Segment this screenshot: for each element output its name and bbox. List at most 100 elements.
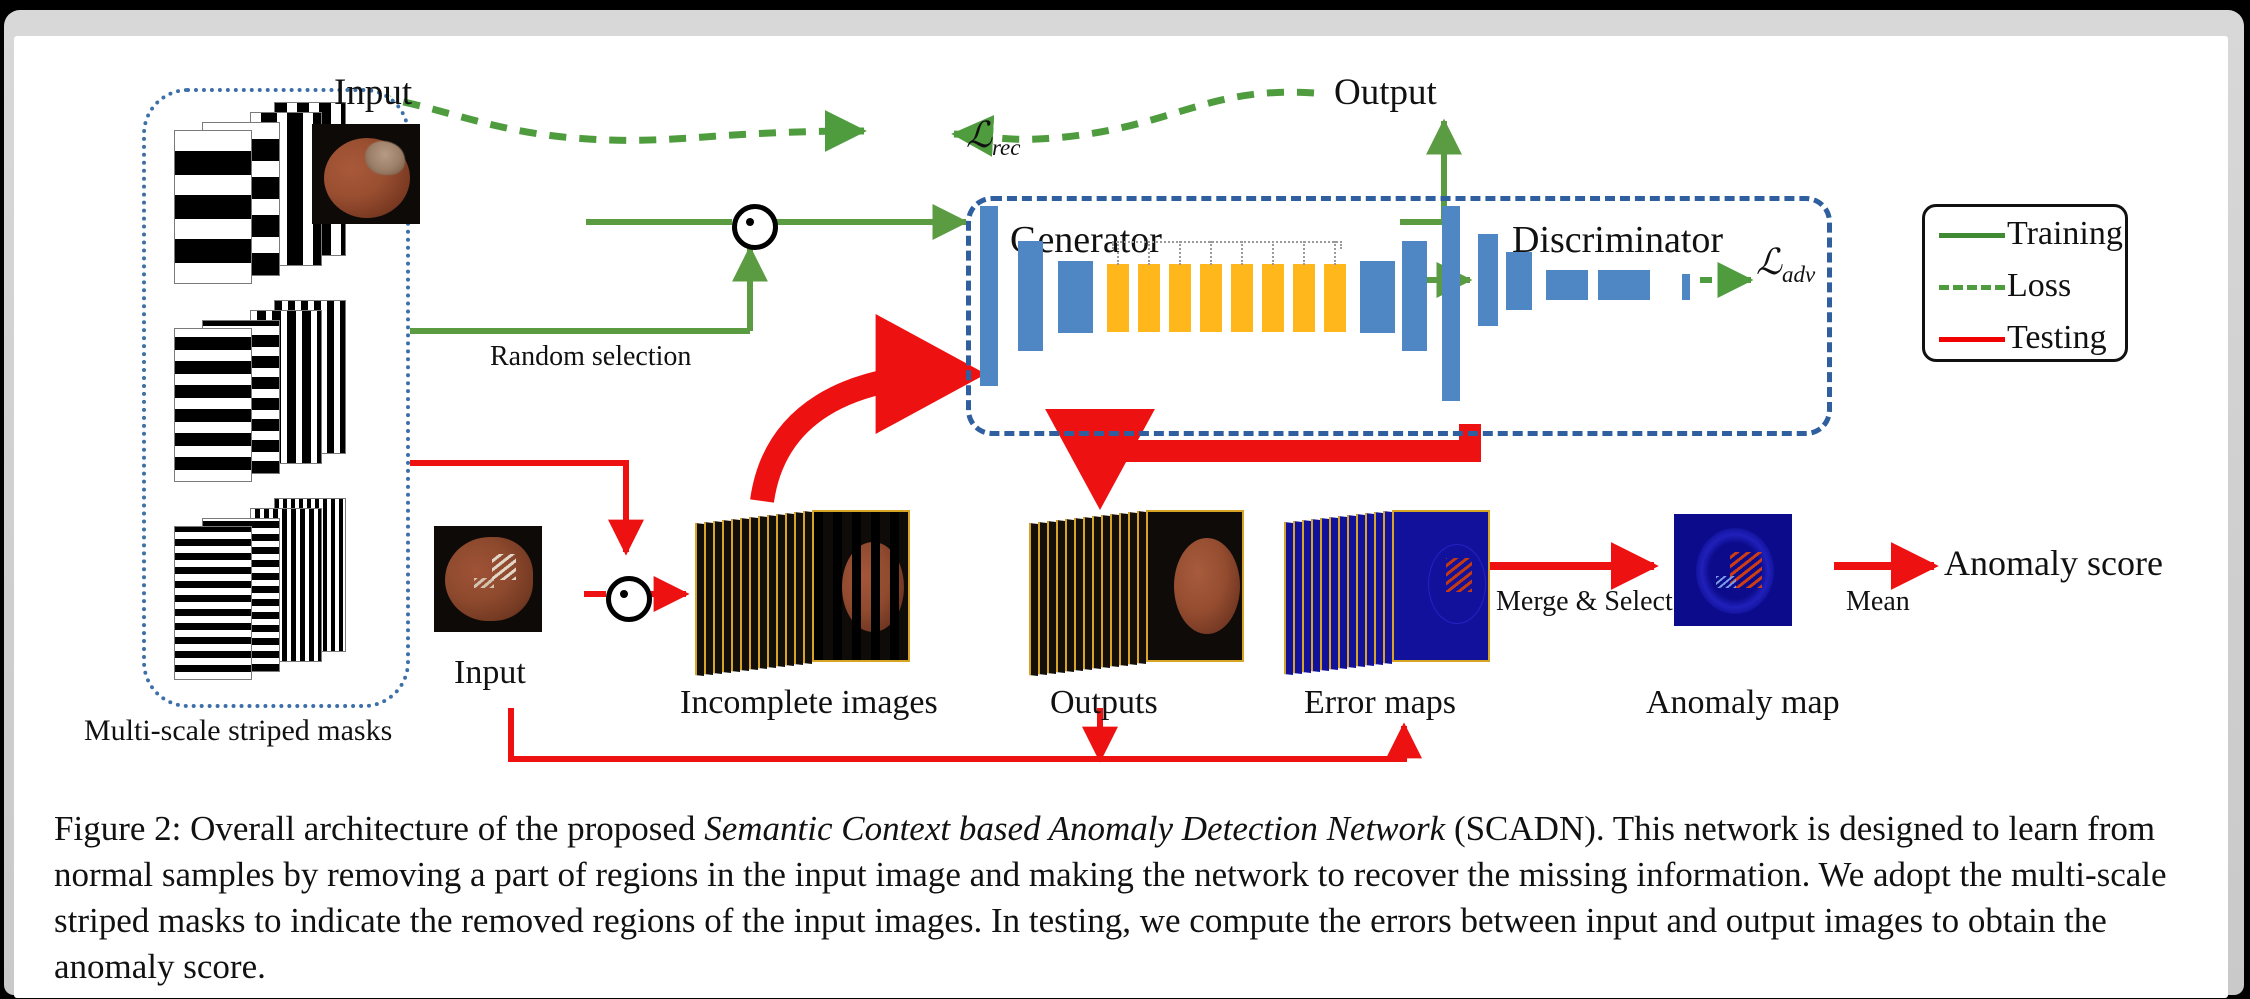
anomaly-score-label: Anomaly score	[1944, 543, 2163, 583]
figure-canvas: Multi-scale striped masks Input Random s…	[14, 36, 2228, 998]
stack-slice	[785, 513, 794, 666]
outputs-stack	[1026, 498, 1266, 678]
generator-residual-block	[1262, 264, 1284, 332]
mask-sheet	[174, 328, 252, 482]
random-selection-label: Random selection	[490, 341, 692, 372]
stack-slice	[1383, 511, 1392, 664]
outputs-label: Outputs	[1050, 684, 1158, 721]
stack-slice	[1293, 521, 1302, 674]
skip-connection-stem	[1210, 241, 1212, 265]
hadamard-dot	[620, 590, 628, 598]
stack-slice	[776, 514, 785, 667]
stack-slice	[1329, 517, 1338, 670]
incomplete-images-label: Incomplete images	[680, 684, 938, 721]
hadamard-operator-test	[606, 576, 652, 622]
page-root: Multi-scale striped masks Input Random s…	[0, 0, 2250, 999]
stack-slice	[1311, 519, 1320, 672]
merge-select-label: Merge & Select	[1496, 586, 1673, 617]
legend-swatch-training	[1939, 233, 2005, 238]
generator-output-block	[1442, 206, 1460, 401]
stack-slice	[1047, 521, 1056, 674]
discriminator-block	[1682, 274, 1690, 300]
stack-slice	[1302, 520, 1311, 673]
stack-slice	[1356, 514, 1365, 667]
stack-slice	[1284, 522, 1293, 675]
input-top-label: Input	[334, 72, 413, 113]
legend-swatch-loss	[1939, 285, 2005, 290]
generator-residual-block	[1200, 264, 1222, 332]
stack-slice	[713, 521, 722, 674]
stack-slice	[1038, 522, 1047, 675]
mask-group-fine	[174, 498, 394, 680]
stack-face	[1392, 510, 1490, 662]
window-shell: Multi-scale striped masks Input Random s…	[4, 10, 2244, 998]
mask-group-medium	[174, 300, 394, 482]
hazelnut-shape	[1174, 538, 1240, 634]
stack-slice	[1083, 517, 1092, 670]
generator-residual-block	[1293, 264, 1315, 332]
legend-label-training: Training	[2007, 215, 2123, 252]
error-ring	[1428, 544, 1486, 624]
figure-paper: Multi-scale striped masks Input Random s…	[14, 36, 2228, 998]
legend-box: Training Loss Testing	[1922, 204, 2128, 362]
generator-residual-block	[1324, 264, 1346, 332]
discriminator-label: Discriminator	[1512, 219, 1724, 261]
stack-slice	[1056, 520, 1065, 673]
generator-residual-block	[1231, 264, 1253, 332]
input-bottom-label: Input	[454, 654, 526, 691]
generator-block	[1402, 241, 1427, 351]
output-top-label: Output	[1334, 72, 1437, 113]
stripe-mask	[814, 512, 908, 660]
stack-slice	[1119, 513, 1128, 666]
stack-slice	[749, 517, 758, 670]
stack-slice	[1374, 512, 1383, 665]
skip-connection-stem	[1179, 241, 1181, 265]
skip-connection-stem	[1241, 241, 1243, 265]
generator-residual-block	[1169, 264, 1191, 332]
mask-sheet	[174, 130, 252, 284]
skip-connection-bracket	[1112, 241, 1342, 249]
loss-rec-symbol: ℒ	[966, 115, 992, 155]
hazelnut-cap	[365, 141, 405, 175]
stack-face	[812, 510, 910, 662]
stack-slice	[767, 515, 776, 668]
anomaly-map-image	[1674, 514, 1792, 626]
stack-slice	[794, 512, 803, 665]
stack-slice	[731, 519, 740, 672]
caption-italic: Semantic Context based Anomaly Detection…	[704, 809, 1446, 848]
hadamard-operator-train	[732, 204, 778, 250]
stack-slice	[1065, 519, 1074, 672]
skip-connection-stem	[1148, 241, 1150, 265]
stack-slice	[722, 520, 731, 673]
skip-connection-stem	[1117, 241, 1119, 265]
generator-residual-block	[1138, 264, 1160, 332]
multi-scale-masks-label: Multi-scale striped masks	[84, 714, 393, 747]
stack-slice	[1128, 512, 1137, 665]
generator-block	[980, 206, 998, 386]
skip-connection-stem	[1303, 241, 1305, 265]
anomaly-scratch	[492, 554, 516, 580]
stack-slice	[1347, 515, 1356, 668]
stack-slice	[1137, 511, 1146, 664]
generator-residual-block	[1107, 264, 1129, 332]
stack-slice	[1074, 518, 1083, 671]
stack-slice	[704, 522, 713, 675]
anomaly-map-label: Anomaly map	[1646, 684, 1840, 721]
input-top-image	[312, 124, 420, 224]
discriminator-block	[1546, 270, 1588, 300]
incomplete-images-stack	[692, 498, 932, 678]
stack-slice	[1110, 514, 1119, 667]
stack-slice	[803, 511, 812, 664]
stack-slice	[758, 516, 767, 669]
caption-prefix: Figure 2: Overall architecture of the pr…	[54, 809, 705, 848]
generator-block	[1058, 261, 1093, 333]
discriminator-block	[1506, 252, 1532, 310]
stack-slice	[1029, 523, 1038, 676]
generator-block	[1360, 261, 1395, 333]
stack-slice	[1092, 516, 1101, 669]
figure-caption: Figure 2: Overall architecture of the pr…	[54, 806, 2184, 989]
stack-slice	[740, 518, 749, 671]
stack-face	[1146, 510, 1244, 662]
legend-swatch-testing	[1939, 337, 2005, 342]
mask-sheet	[174, 526, 252, 680]
